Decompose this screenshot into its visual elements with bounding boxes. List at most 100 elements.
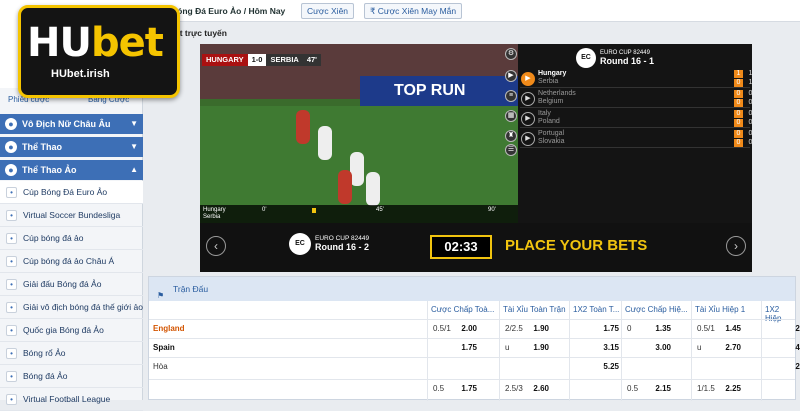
- odds-cell[interactable]: 0.5 1.75: [427, 381, 485, 397]
- sport-icon: •: [6, 348, 17, 359]
- odds-value[interactable]: 1.90: [533, 340, 549, 356]
- sidebar-item[interactable]: • Virtual Soccer Bundesliga: [0, 204, 143, 227]
- sidebar-section-womens-euro[interactable]: ● Vô Địch Nữ Châu Âu ▼: [0, 114, 143, 134]
- odds-value[interactable]: 3.00: [655, 340, 671, 356]
- sidebar-item[interactable]: • Bóng đá Ảo: [0, 365, 143, 388]
- odds-value[interactable]: 2.15: [795, 321, 800, 337]
- player: [338, 170, 352, 204]
- play-icon[interactable]: ▶: [521, 132, 535, 146]
- odds-value[interactable]: 5.25: [603, 359, 619, 375]
- sidebar-section-virtual-sports[interactable]: ● Thể Thao Ảo ▲: [0, 160, 143, 180]
- sidebar-item-label: Quốc gia Bóng đá Ảo: [23, 325, 104, 335]
- match-video[interactable]: TOP RUN HUNGARY 1-0 SERBIA 47' Hungary Serb…: [200, 44, 518, 223]
- odds-value[interactable]: 2.60: [533, 381, 549, 397]
- odds-value[interactable]: 2.25: [725, 381, 741, 397]
- score-cell: 0: [734, 79, 743, 87]
- chart-icon[interactable]: ≡: [505, 90, 517, 102]
- score-cell: 0: [748, 90, 753, 97]
- score-cell: 1: [748, 70, 753, 77]
- odds-cell[interactable]: 0.5/1 1.45: [691, 321, 749, 337]
- sidebar-item[interactable]: • Cúp bóng đá ảo: [0, 227, 143, 250]
- odds-cell[interactable]: 1/1.5 2.25: [691, 381, 749, 397]
- handicap-value: 2/2.5: [505, 324, 523, 333]
- sidebar-section-sports[interactable]: ● Thể Thao ▼: [0, 137, 143, 157]
- list-icon[interactable]: ☰: [505, 144, 517, 156]
- odds-value[interactable]: 3.15: [603, 340, 619, 356]
- sidebar-item-label: Giải vô địch bóng đá thế giới ảo: [23, 302, 143, 312]
- handicap-value: u: [697, 343, 702, 352]
- column-header: Cược Chấp Toà...: [431, 305, 495, 314]
- yellow-card-icon: [312, 208, 316, 213]
- row-divider: [149, 357, 795, 358]
- sidebar-item[interactable]: • Cúp Bóng Đá Euro Ảo: [0, 181, 143, 204]
- top-bar: Bóng Đá Euro Ảo / Hôm Nay Cược Xiên ₹ Cư…: [143, 0, 800, 22]
- odds-value[interactable]: 1.45: [725, 321, 741, 337]
- previous-button[interactable]: ‹: [206, 236, 226, 256]
- team-name: Spain: [153, 343, 175, 352]
- sidebar-item[interactable]: • Bóng rổ Ảo: [0, 342, 143, 365]
- score-cell: 1: [734, 70, 743, 78]
- odds-value[interactable]: 2.35: [795, 359, 800, 375]
- euro-cup-match-row[interactable]: ▶ Netherlands Belgium 0 0 0 0: [520, 90, 752, 108]
- odds-cell[interactable]: 1.75: [427, 340, 485, 356]
- odds-cell[interactable]: 4.90: [761, 340, 800, 356]
- euro-cup-match-row[interactable]: ▶ Italy Poland 0 0 0 0: [520, 110, 752, 128]
- sport-icon: •: [6, 210, 17, 221]
- euro-cup-match-row[interactable]: ▶ Hungary Serbia 1 0 1 1: [520, 70, 752, 88]
- score-cell: 1: [748, 79, 753, 86]
- odds-cell[interactable]: 5.25: [569, 359, 627, 375]
- odds-cell[interactable]: 0.5 2.15: [621, 381, 679, 397]
- odds-cell[interactable]: 1.75: [569, 321, 627, 337]
- sidebar-item[interactable]: • Cúp bóng đá ảo Châu Á: [0, 250, 143, 273]
- odds-value[interactable]: 2.15: [655, 381, 671, 397]
- play-icon[interactable]: ▶: [521, 92, 535, 106]
- odds-value[interactable]: 1.35: [655, 321, 671, 337]
- odds-cell[interactable]: 2.5/3 2.60: [499, 381, 557, 397]
- sidebar-item-label: Bóng đá Ảo: [23, 371, 68, 381]
- odds-value[interactable]: 1.75: [603, 321, 619, 337]
- odds-cell[interactable]: 2.15: [761, 321, 800, 337]
- sidebar-item[interactable]: • Giải đấu Bóng đá Ảo: [0, 273, 143, 296]
- match-panel-header: ⚑ Trận Đấu: [149, 277, 795, 301]
- sport-icon: •: [6, 302, 17, 313]
- odds-value[interactable]: 2.70: [725, 340, 741, 356]
- sidebar-item[interactable]: • Quốc gia Bóng đá Ảo: [0, 319, 143, 342]
- ball-icon: ●: [5, 141, 17, 153]
- sport-icon: •: [6, 371, 17, 382]
- handicap-value: 2.5/3: [505, 384, 523, 393]
- odds-cell[interactable]: 3.00: [621, 340, 679, 356]
- stats-icon[interactable]: ▦: [505, 110, 517, 122]
- euro-cup-panel: EC EURO CUP 82449 Round 16 - 1 ▶ Hungary S…: [518, 44, 752, 223]
- odds-cell[interactable]: 0.5/1 2.00: [427, 321, 485, 337]
- odds-value[interactable]: 1.75: [461, 381, 477, 397]
- odds-value[interactable]: 1.90: [533, 321, 549, 337]
- match-teams: Italy Poland: [538, 110, 560, 125]
- sidebar-item-label: Cúp bóng đá ảo Châu Á: [23, 256, 115, 266]
- odds-cell[interactable]: u 2.70: [691, 340, 749, 356]
- player: [296, 110, 310, 144]
- parlay-button[interactable]: Cược Xiên: [301, 3, 355, 19]
- odds-cell[interactable]: 2.35: [761, 359, 800, 375]
- odds-cell[interactable]: 0 1.35: [621, 321, 679, 337]
- sidebar-item[interactable]: • Giải vô địch bóng đá thế giới ảo: [0, 296, 143, 319]
- odds-cell[interactable]: u 1.90: [499, 340, 557, 356]
- play-icon[interactable]: ▶: [505, 70, 517, 82]
- odds-value[interactable]: 4.90: [795, 340, 800, 356]
- odds-cell[interactable]: 2/2.5 1.90: [499, 321, 557, 337]
- odds-value[interactable]: 2.00: [461, 321, 477, 337]
- play-icon[interactable]: ▶: [521, 72, 535, 86]
- euro-cup-match-row[interactable]: ▶ Portugal Slovakia 0 0 0 0: [520, 130, 752, 148]
- live-stage: TOP RUN HUNGARY 1-0 SERBIA 47' Hungary Serb…: [200, 44, 752, 272]
- settings-icon[interactable]: ⚙: [505, 48, 517, 60]
- odds-cell[interactable]: 3.15: [569, 340, 627, 356]
- team-name: Hòa: [153, 362, 168, 371]
- globe-icon: ●: [5, 118, 17, 130]
- next-button[interactable]: ›: [726, 236, 746, 256]
- shirt-icon[interactable]: ♜: [505, 130, 517, 142]
- hubet-logo[interactable]: HUbet HUbet.irish: [18, 5, 180, 98]
- row-divider: [149, 338, 795, 339]
- odds-value[interactable]: 1.75: [461, 340, 477, 356]
- next-round-bar: ‹ EC EURO CUP 82449 Round 16 - 2 02:33 P…: [200, 223, 752, 272]
- play-icon[interactable]: ▶: [521, 112, 535, 126]
- lucky-parlay-button[interactable]: ₹ Cược Xiên May Mắn: [364, 3, 463, 19]
